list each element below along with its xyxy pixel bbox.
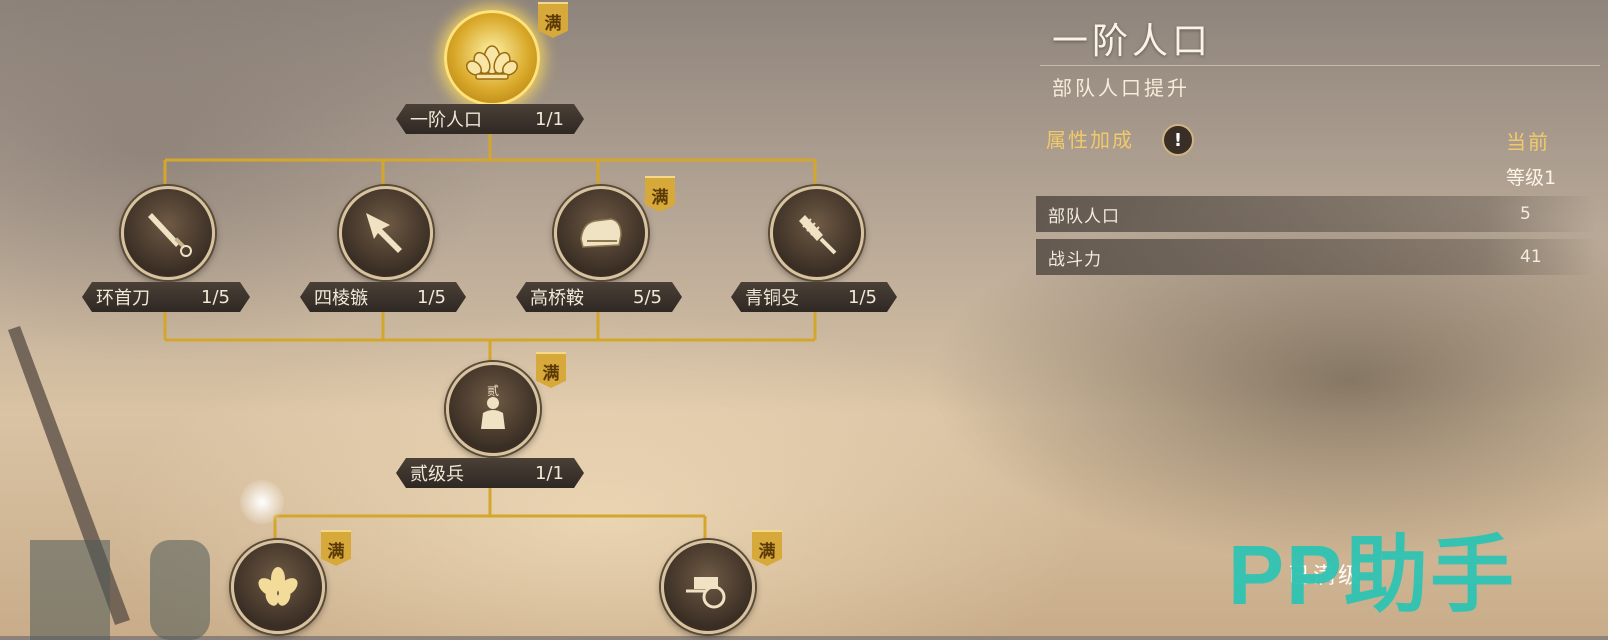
node-label-rank2: 贰级兵 1/1 (396, 458, 584, 488)
saddle-icon (580, 218, 622, 248)
panel-subtitle: 部队人口提升 (1052, 76, 1190, 100)
node-progress: 1/5 (201, 286, 230, 308)
node-label-ring-sword: 环首刀 1/5 (82, 282, 250, 312)
soldier-icon: 贰 (481, 383, 505, 429)
lotus-crest-icon (466, 45, 518, 80)
skill-node-root[interactable] (444, 10, 540, 106)
node-progress: 1/5 (417, 286, 446, 308)
flower-icon (258, 567, 298, 606)
attribute-bonus-heading: 属性加成 (1046, 128, 1134, 152)
current-level: 等级1 (1506, 167, 1557, 189)
current-column-header: 当前 (1506, 130, 1550, 154)
max-badge: 满 (536, 352, 566, 388)
max-badge: 满 (321, 530, 351, 566)
stat-name: 部队人口 (1048, 206, 1120, 227)
stat-value: 41 (1520, 247, 1542, 267)
node-name: 贰级兵 (410, 464, 464, 485)
stat-row: 战斗力 41 (1036, 239, 1596, 275)
node-progress: 1/1 (535, 462, 564, 484)
node-label-saddle: 高桥鞍 5/5 (516, 282, 682, 312)
arrowhead-icon (366, 213, 402, 253)
skill-node-chariot[interactable] (661, 540, 755, 634)
node-progress: 1/5 (848, 286, 877, 308)
node-name: 环首刀 (96, 288, 150, 309)
node-name: 高桥鞍 (530, 288, 584, 309)
bronze-mace-icon (799, 215, 837, 255)
skill-node-flower[interactable] (231, 540, 325, 634)
skill-node-saddle[interactable] (554, 186, 648, 280)
node-name: 一阶人口 (410, 110, 482, 131)
skill-node-arrowhead[interactable] (339, 186, 433, 280)
skill-node-bronze-mace[interactable] (770, 186, 864, 280)
stat-row: 部队人口 5 (1036, 196, 1596, 232)
node-label-arrowhead: 四棱镞 1/5 (300, 282, 466, 312)
max-badge: 满 (752, 530, 782, 566)
chariot-icon (686, 577, 726, 609)
node-label-root: 一阶人口 1/1 (396, 104, 584, 134)
info-icon[interactable]: ! (1162, 124, 1194, 156)
node-name: 四棱镞 (314, 288, 368, 309)
panel-title: 一阶人口 (1052, 21, 1213, 62)
node-progress: 5/5 (633, 286, 662, 308)
node-label-bronze-mace: 青铜殳 1/5 (731, 282, 897, 312)
cursor-glow (240, 480, 284, 524)
max-badge: 满 (645, 176, 675, 212)
watermark-logo: PP助手 (1228, 528, 1517, 622)
stat-value: 5 (1520, 204, 1531, 224)
skill-node-ring-sword[interactable] (121, 186, 215, 280)
stat-name: 战斗力 (1048, 249, 1102, 270)
max-badge: 满 (538, 2, 568, 38)
panel-divider (1040, 65, 1600, 66)
node-name: 青铜殳 (745, 288, 799, 309)
ring-pommel-sword-icon (148, 213, 192, 257)
node-progress: 1/1 (535, 108, 564, 130)
rank-glyph: 贰 (487, 383, 499, 398)
skill-node-rank2-soldier[interactable]: 贰 (446, 362, 540, 456)
